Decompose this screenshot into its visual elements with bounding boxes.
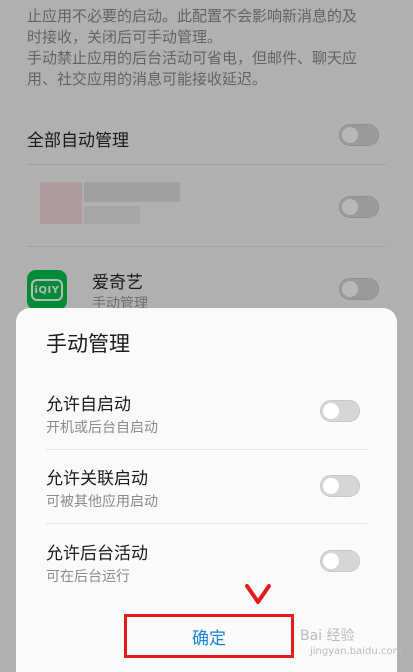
linked-start-toggle[interactable] [320, 475, 360, 497]
option-background-activity-subtitle: 可在后台运行 [46, 569, 130, 585]
divider [46, 523, 367, 524]
option-linked-start-subtitle: 可被其他应用启动 [46, 494, 158, 510]
red-arrow-icon [245, 584, 271, 604]
watermark-logo: Bai 经验 [300, 628, 355, 644]
confirm-button[interactable]: 确定 [124, 614, 294, 658]
manual-manage-dialog: 手动管理 允许自启动 开机或后台自启动 允许关联启动 可被其他应用启动 允许后台… [16, 308, 397, 672]
confirm-label: 确定 [192, 628, 226, 649]
option-autostart-title: 允许自启动 [46, 395, 131, 415]
dialog-title: 手动管理 [46, 332, 130, 356]
toggle-knob [323, 553, 339, 569]
background-activity-toggle[interactable] [320, 550, 360, 572]
autostart-toggle[interactable] [320, 400, 360, 422]
option-autostart-subtitle: 开机或后台自启动 [46, 420, 158, 436]
divider [46, 449, 367, 450]
watermark-url: jingyan.baidu.com [310, 646, 403, 657]
option-linked-start-title: 允许关联启动 [46, 469, 148, 489]
toggle-knob [323, 478, 339, 494]
option-background-activity-title: 允许后台活动 [46, 544, 148, 564]
toggle-knob [323, 403, 339, 419]
